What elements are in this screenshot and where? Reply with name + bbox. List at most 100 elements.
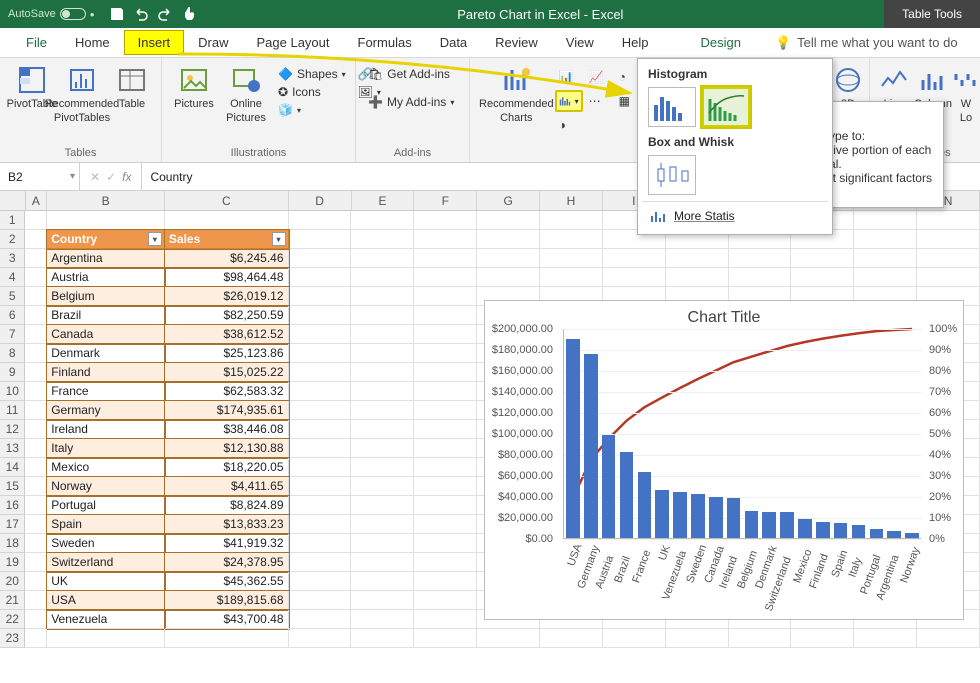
cell[interactable] [25,230,47,249]
chart-bar[interactable] [566,339,580,538]
online-pictures-button[interactable]: Online Pictures [222,62,270,126]
cell[interactable]: $8,824.89 [165,496,289,515]
row-header[interactable]: 23 [0,629,25,648]
cell[interactable]: Sweden [47,534,165,553]
filter-icon[interactable]: ▾ [272,232,286,246]
cell[interactable] [477,230,540,249]
row-header[interactable]: 13 [0,439,25,458]
filter-icon[interactable]: ▾ [148,232,162,246]
autosave-toggle[interactable]: AutoSave ● [8,8,95,20]
cell[interactable]: $41,919.32 [165,534,289,553]
cell[interactable] [25,458,47,477]
cell[interactable]: Finland [47,363,165,382]
row-header[interactable]: 22 [0,610,25,629]
cell[interactable] [289,534,352,553]
cell[interactable]: Ireland [47,420,165,439]
cell[interactable] [477,629,540,648]
icons-button[interactable]: ✪Icons [274,84,350,100]
row-header[interactable]: 16 [0,496,25,515]
statistic-chart-menu[interactable]: Histogram Box and Whisk More Statis [637,58,833,235]
cell[interactable]: France [47,382,165,401]
chart-bar[interactable] [816,522,830,538]
cell[interactable] [917,230,980,249]
cell[interactable] [351,306,414,325]
row-header[interactable]: 8 [0,344,25,363]
cell[interactable] [25,382,47,401]
cell[interactable]: $13,833.23 [165,515,289,534]
cell[interactable] [25,629,47,648]
cell[interactable] [351,610,414,629]
chart-bar[interactable] [762,512,776,538]
chart-bar[interactable] [905,533,919,538]
tab-review[interactable]: Review [481,30,552,55]
cell[interactable] [540,268,603,287]
cell[interactable] [414,268,477,287]
tab-formulas[interactable]: Formulas [344,30,426,55]
cell[interactable] [289,515,352,534]
row-header[interactable]: 18 [0,534,25,553]
cell[interactable]: $18,220.05 [165,458,289,477]
cell[interactable]: $98,464.48 [165,268,289,287]
cell[interactable]: Country▾ [47,230,165,249]
cell[interactable]: $15,025.22 [165,363,289,382]
cell[interactable] [289,230,352,249]
cell[interactable] [917,268,980,287]
cell[interactable] [351,534,414,553]
cell[interactable] [351,401,414,420]
row-header[interactable]: 12 [0,420,25,439]
cell[interactable] [289,458,352,477]
cell[interactable]: Spain [47,515,165,534]
cell[interactable] [791,629,854,648]
boxwhisker-chart-option[interactable] [648,155,696,195]
cell[interactable] [25,249,47,268]
cell[interactable]: Austria [47,268,165,287]
chart-bar[interactable] [602,435,616,538]
save-icon[interactable] [109,6,125,22]
column-header[interactable]: F [414,191,477,210]
cell[interactable]: $82,250.59 [165,306,289,325]
row-header[interactable]: 17 [0,515,25,534]
cell[interactable] [666,268,729,287]
cell[interactable] [25,268,47,287]
cell[interactable] [351,268,414,287]
cell[interactable] [477,249,540,268]
cell[interactable] [289,306,352,325]
my-addins-button[interactable]: ➕My Add-ins▾ [364,94,461,110]
cell[interactable] [414,420,477,439]
3d-models-button[interactable]: 🧊▾ [274,102,350,118]
cell[interactable]: Belgium [47,287,165,306]
tab-view[interactable]: View [552,30,608,55]
cell[interactable] [414,553,477,572]
chart-bar[interactable] [852,525,866,538]
chart-bar[interactable] [780,512,794,538]
cell[interactable] [289,572,352,591]
row-header[interactable]: 5 [0,287,25,306]
cell[interactable] [540,629,603,648]
cell[interactable] [414,306,477,325]
cell[interactable] [791,268,854,287]
cell[interactable] [414,515,477,534]
cell[interactable] [289,268,352,287]
touch-mode-icon[interactable] [181,6,197,22]
cell[interactable] [414,344,477,363]
cell[interactable] [854,249,917,268]
tab-home[interactable]: Home [61,30,124,55]
cell[interactable] [351,420,414,439]
cell[interactable]: $45,362.55 [165,572,289,591]
cell[interactable] [854,268,917,287]
cell[interactable] [351,287,414,306]
fx-icon[interactable]: fx [122,170,131,184]
cell[interactable] [289,249,352,268]
tab-insert[interactable]: Insert [124,30,185,55]
cell[interactable] [47,629,165,648]
cell[interactable] [477,211,540,230]
cell[interactable]: $38,612.52 [165,325,289,344]
cell[interactable] [289,591,352,610]
cell[interactable] [289,420,352,439]
cell[interactable]: Denmark [47,344,165,363]
cell[interactable] [289,211,352,230]
cell[interactable] [351,230,414,249]
select-all-corner[interactable] [0,191,26,210]
chevron-down-icon[interactable]: ▾ [70,171,79,182]
cell[interactable]: Italy [47,439,165,458]
